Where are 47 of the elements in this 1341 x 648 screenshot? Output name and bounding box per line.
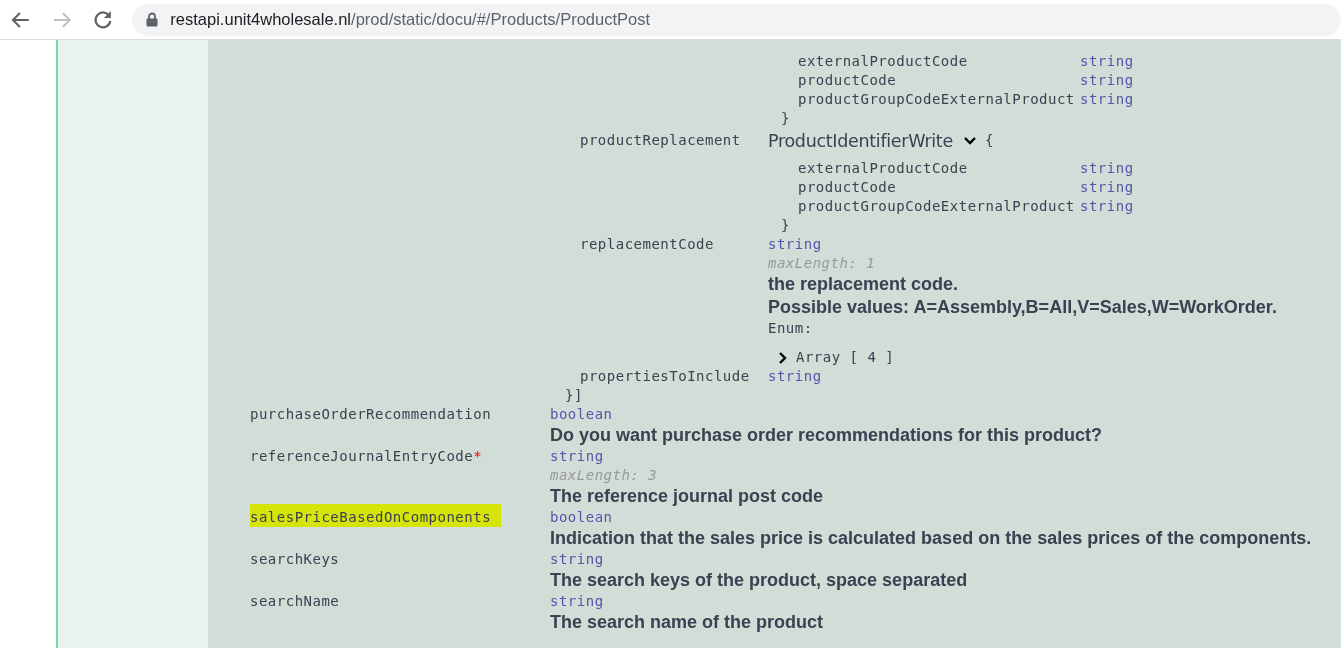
field-type: string — [1080, 71, 1134, 90]
max-length: maxLength: 1 — [768, 254, 877, 273]
property-description: the replacement code. Possible values: A=Assembly,B=All,V=Sales,W=WorkOrder. — [768, 273, 1277, 319]
property-name: propertiesToInclude — [580, 367, 751, 386]
field-name: productCode — [798, 71, 898, 90]
max-length: maxLength: 3 — [550, 466, 659, 485]
field-type: string — [1080, 178, 1134, 197]
property-name: referenceJournalEntryCode — [250, 448, 474, 464]
property-type: string — [550, 550, 605, 569]
address-bar[interactable]: restapi.unit4wholesale.nl/prod/static/docu/#/Products/ProductPost — [132, 3, 1341, 36]
property-type: string — [550, 592, 605, 611]
property-type: string — [768, 235, 823, 254]
property-name: purchaseOrderRecommendation — [250, 406, 492, 422]
property-name: searchKeys — [250, 551, 340, 567]
required-mark: * — [473, 448, 483, 464]
field-name: externalProductCode — [798, 159, 969, 178]
property-type: boolean — [550, 405, 614, 424]
field-type: string — [1080, 90, 1134, 109]
property-description: Do you want purchase order recommendations for this product? — [550, 424, 1103, 447]
property-name: productReplacement — [580, 131, 742, 150]
field-name: productCode — [798, 178, 898, 197]
closing-brace: } — [780, 109, 791, 128]
field-name: externalProductCode — [798, 52, 969, 71]
property-description: Indication that the sales price is calculated based on the sales prices of the components. — [550, 527, 1312, 550]
field-name: productGroupCodeExternalProduct — [798, 90, 1076, 109]
property-name: salesPriceBasedOnComponents — [250, 504, 502, 527]
field-type: string — [1080, 159, 1134, 178]
property-type: string — [550, 447, 605, 466]
field-type: string — [1080, 52, 1134, 71]
property-description: The reference journal post code — [550, 485, 824, 508]
closing-bracket: }] — [565, 386, 584, 405]
chevron-right-icon[interactable] — [778, 350, 788, 365]
lock-icon — [146, 12, 159, 27]
enum-array[interactable]: Array [ 4 ] — [796, 348, 895, 367]
property-type: string — [768, 367, 822, 386]
property-description: The search name of the product — [550, 611, 824, 634]
model-name[interactable]: ProductIdentifierWrite — [768, 130, 953, 151]
enum-label: Enum: — [768, 319, 814, 338]
property-name: searchName — [250, 593, 340, 609]
property-type: boolean — [550, 508, 614, 527]
field-name: productGroupCodeExternalProduct — [798, 197, 1076, 216]
property-name: replacementCode — [580, 235, 715, 254]
opening-brace: { — [984, 131, 994, 150]
field-type: string — [1080, 197, 1134, 216]
closing-brace: } — [780, 216, 791, 235]
chevron-down-icon[interactable] — [962, 135, 977, 146]
property-description: The search keys of the product, space separated — [550, 569, 968, 592]
